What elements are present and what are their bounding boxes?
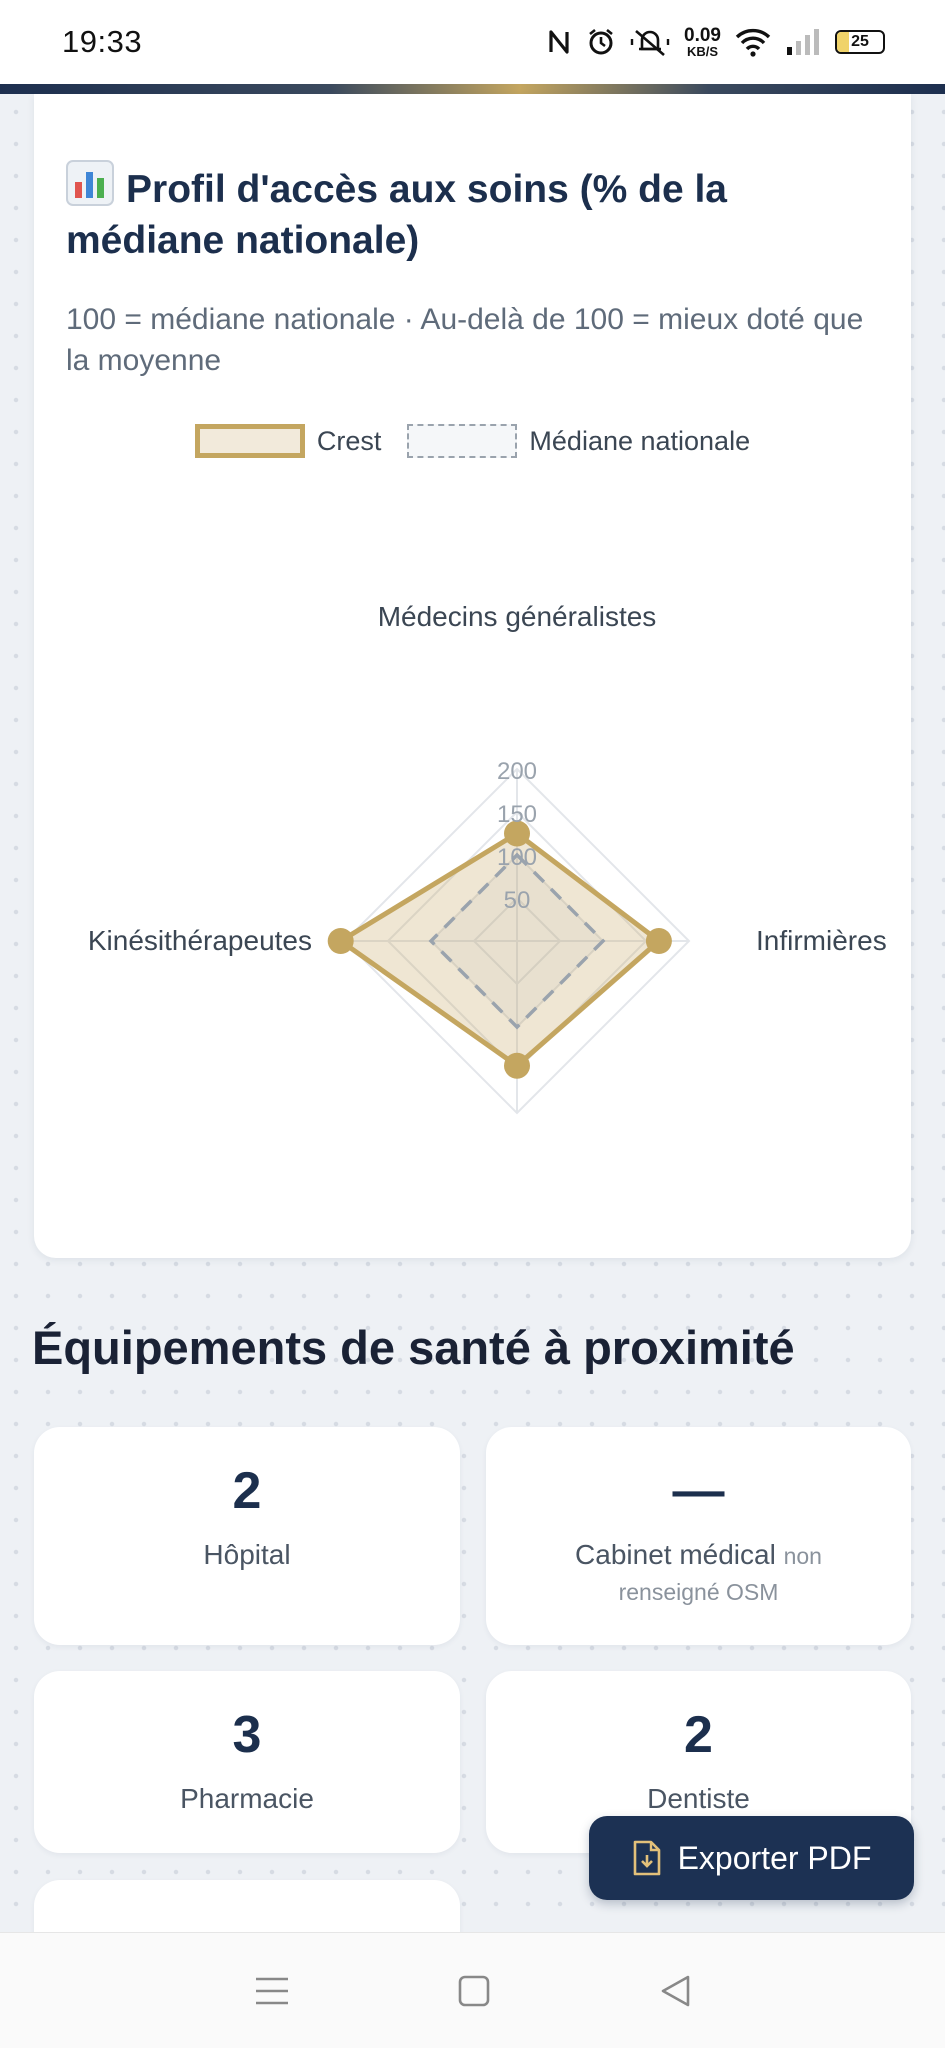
export-pdf-button[interactable]: Exporter PDF xyxy=(589,1816,914,1900)
radar-tick-label: 150 xyxy=(497,801,537,828)
header-accent-bar xyxy=(0,84,945,94)
radar-point-crest xyxy=(327,928,354,954)
card-title: Profil d'accès aux soins (% de la médian… xyxy=(66,160,866,266)
radar-point-crest xyxy=(645,928,672,954)
nfc-icon xyxy=(549,30,569,54)
battery-icon: 25 xyxy=(835,30,885,54)
bar-chart-icon xyxy=(66,160,114,206)
system-nav-bar xyxy=(0,1932,945,2048)
silent-bell-icon xyxy=(630,30,670,56)
home-square-icon[interactable] xyxy=(457,1974,491,2008)
equipment-tile-cabinet[interactable]: — Cabinet médical non renseigné OSM xyxy=(486,1427,911,1645)
wifi-icon xyxy=(735,28,771,57)
tile-count: — xyxy=(672,1462,725,1520)
radar-point-crest xyxy=(504,1052,530,1079)
equipment-section-title: Équipements de santé à proximité xyxy=(32,1321,795,1374)
radar-axis-label: Infirmières xyxy=(756,925,887,956)
equipment-tile-pharmacy[interactable]: 3 Pharmacie xyxy=(34,1671,460,1853)
legend-swatch-crest xyxy=(194,424,305,458)
legend-crest[interactable]: Crest xyxy=(194,424,381,458)
tile-label: Dentiste xyxy=(647,1783,750,1814)
radar-tick-label: 50 xyxy=(504,887,531,914)
tile-count: 3 xyxy=(232,1706,262,1764)
tile-label: Pharmacie xyxy=(180,1783,314,1814)
back-triangle-icon[interactable] xyxy=(658,1974,692,2008)
file-download-icon xyxy=(633,1840,660,1876)
status-icons: 0.09 KB/S 25 xyxy=(546,26,885,58)
radar-axis-label: Kinésithérapeutes xyxy=(88,925,312,956)
radar-tick-label: 100 xyxy=(497,844,537,871)
legend-median[interactable]: Médiane nationale xyxy=(407,424,750,458)
tile-label: Hôpital xyxy=(203,1539,291,1570)
status-bar: 19:33 0.09 KB/S 25 xyxy=(0,0,945,84)
network-speed: 0.09 KB/S xyxy=(684,25,721,59)
access-profile-card: Profil d'accès aux soins (% de la médian… xyxy=(34,94,911,1258)
radar-axis-label: Médecins généralistes xyxy=(378,601,657,632)
chart-legend: Crest Médiane nationale xyxy=(34,424,911,458)
tile-count: 2 xyxy=(232,1462,262,1520)
clock: 19:33 xyxy=(62,24,143,59)
signal-icon xyxy=(787,29,819,55)
legend-swatch-median xyxy=(407,424,518,458)
equipment-tile-hospital[interactable]: 2 Hôpital xyxy=(34,1427,460,1645)
card-subtitle: 100 = médiane nationale · Au-delà de 100… xyxy=(66,303,864,377)
alarm-icon xyxy=(589,28,613,55)
tile-count: 2 xyxy=(684,1706,713,1764)
radar-tick-label: 200 xyxy=(497,758,537,785)
radar-chart: 50 100 150 200 Médecins généralistes Infirmiè… xyxy=(88,601,887,1115)
menu-icon[interactable] xyxy=(254,1975,290,2007)
tile-label: Cabinet médical non renseigné OSM xyxy=(575,1539,822,1606)
